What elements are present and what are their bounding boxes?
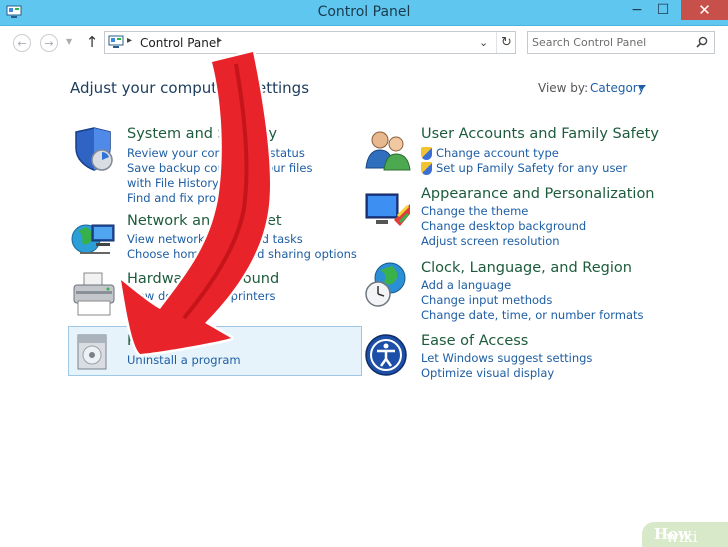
forward-button[interactable]: → (40, 34, 58, 52)
category-title-appearance[interactable]: Appearance and Personalization (421, 186, 655, 202)
users-icon (365, 131, 411, 171)
control-panel-icon (108, 35, 124, 48)
link-uninstall-program[interactable]: Uninstall a program (127, 353, 241, 368)
view-by-label: View by: (538, 81, 589, 95)
link-devices-printers[interactable]: View devices and printers (127, 289, 275, 304)
appearance-icon (365, 193, 410, 226)
link-add-device[interactable]: Add a device (127, 304, 275, 319)
close-button[interactable]: ✕ (681, 0, 728, 20)
address-bar[interactable]: ▸ Control Panel ▸ ⌄ ↻ (104, 31, 516, 54)
category-network-internet[interactable]: Network and Internet View network status… (70, 213, 357, 263)
category-hardware-sound[interactable]: Hardware and Sound View devices and prin… (70, 271, 350, 321)
title-bar: Control Panel − ☐ ✕ (0, 0, 728, 26)
link-network-status[interactable]: View network status and tasks (127, 232, 357, 247)
clock-icon (365, 262, 406, 307)
maximize-button[interactable]: ☐ (652, 0, 674, 20)
back-button[interactable]: ← (13, 34, 31, 52)
category-system-security[interactable]: System and Security Review your computer… (70, 126, 350, 206)
breadcrumb-separator-icon[interactable]: ▸ (127, 35, 132, 46)
link-windows-suggest-settings[interactable]: Let Windows suggest settings (421, 351, 592, 366)
wikihow-watermark: wiki How (642, 522, 728, 547)
breadcrumb-control-panel[interactable]: Control Panel (140, 36, 220, 50)
category-title-ease-of-access[interactable]: Ease of Access (421, 333, 528, 349)
category-title-clock-language-region[interactable]: Clock, Language, and Region (421, 260, 632, 276)
address-dropdown-button[interactable]: ⌄ (479, 36, 488, 49)
category-title-network-internet[interactable]: Network and Internet (127, 213, 282, 229)
search-icon[interactable] (696, 36, 708, 48)
category-title-system-security[interactable]: System and Security (127, 126, 277, 142)
link-find-fix-problems[interactable]: Find and fix problems (127, 191, 337, 206)
category-ease-of-access[interactable]: Ease of Access Let Windows suggest setti… (364, 333, 664, 383)
minimize-button[interactable]: − (626, 0, 648, 20)
category-clock-language-region[interactable]: Clock, Language, and Region Add a langua… (364, 260, 664, 324)
breadcrumb-separator-icon[interactable]: ▸ (217, 35, 222, 46)
search-input[interactable] (532, 34, 690, 51)
category-title-user-accounts[interactable]: User Accounts and Family Safety (421, 126, 659, 142)
recent-locations-button[interactable]: ▼ (66, 37, 74, 46)
view-by-chevron-down-icon[interactable] (638, 85, 646, 90)
category-title-hardware-sound[interactable]: Hardware and Sound (127, 271, 279, 287)
link-optimize-visual-display[interactable]: Optimize visual display (421, 366, 592, 381)
link-homegroup-sharing[interactable]: Choose homegroup and sharing options (127, 247, 357, 262)
search-box[interactable] (527, 31, 715, 54)
refresh-button[interactable]: ↻ (496, 32, 516, 53)
navigation-bar: ← → ▼ ↑ ▸ Control Panel ▸ ⌄ ↻ (0, 26, 728, 60)
accessibility-icon (365, 334, 407, 376)
link-add-language[interactable]: Add a language (421, 278, 644, 293)
page-heading: Adjust your computer's settings (70, 79, 310, 97)
printer-icon (73, 272, 115, 316)
network-icon (71, 224, 115, 254)
link-date-time-formats[interactable]: Change date, time, or number formats (421, 308, 644, 323)
category-programs[interactable]: Programs Uninstall a program (74, 333, 354, 373)
watermark-prefix: wiki (666, 528, 698, 546)
link-desktop-background[interactable]: Change desktop background (421, 219, 586, 234)
link-file-history[interactable]: Save backup copies of your files with Fi… (127, 161, 337, 191)
link-review-status[interactable]: Review your computer's status (127, 146, 337, 161)
category-title-programs[interactable]: Programs (127, 333, 196, 349)
link-screen-resolution[interactable]: Adjust screen resolution (421, 234, 586, 249)
link-family-safety[interactable]: Set up Family Safety for any user (421, 161, 627, 176)
category-appearance[interactable]: Appearance and Personalization Change th… (364, 186, 664, 250)
shield-icon (75, 127, 113, 171)
view-by-dropdown[interactable]: Category (590, 81, 645, 95)
up-button[interactable]: ↑ (84, 33, 100, 53)
programs-icon (77, 334, 107, 370)
category-user-accounts[interactable]: User Accounts and Family Safety Change a… (364, 126, 664, 186)
link-input-methods[interactable]: Change input methods (421, 293, 644, 308)
link-change-theme[interactable]: Change the theme (421, 204, 586, 219)
window-title: Control Panel (317, 4, 411, 20)
link-change-account-type[interactable]: Change account type (421, 146, 627, 161)
